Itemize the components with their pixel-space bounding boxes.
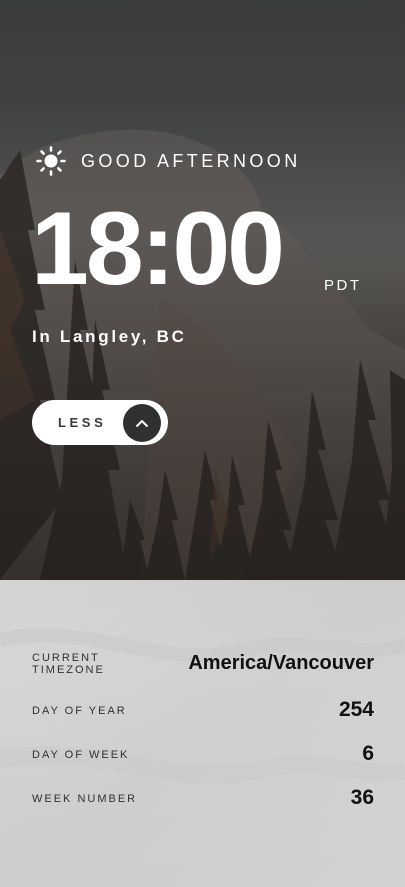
detail-row-day-of-year: DAY OF YEAR 254 <box>32 698 374 724</box>
detail-label-line: TIMEZONE <box>32 664 105 676</box>
detail-row-day-of-week: DAY OF WEEK 6 <box>32 742 374 768</box>
sun-icon <box>36 146 66 176</box>
detail-value-timezone: America/Vancouver <box>188 652 374 674</box>
detail-value-week-number: 36 <box>350 786 374 809</box>
greeting: GOOD AFTERNOON <box>36 146 301 176</box>
detail-label-week-number: WEEK NUMBER <box>32 793 138 805</box>
detail-row-week-number: WEEK NUMBER 36 <box>32 786 374 812</box>
timezone-abbreviation: PDT <box>324 277 362 294</box>
panel-background-texture <box>0 580 405 887</box>
less-button-circle <box>123 404 161 442</box>
detail-label-day-of-week: DAY OF WEEK <box>32 749 130 761</box>
detail-label-timezone: CURRENT TIMEZONE <box>32 652 105 676</box>
detail-value-day-of-year: 254 <box>338 698 374 721</box>
detail-row-timezone: CURRENT TIMEZONE America/Vancouver <box>32 652 374 680</box>
current-time: 18:00 <box>31 191 285 307</box>
detail-label-line: CURRENT <box>32 652 100 664</box>
location-text: In Langley, BC <box>32 327 187 346</box>
detail-value-day-of-week: 6 <box>362 742 374 765</box>
less-button[interactable]: LESS <box>32 400 168 445</box>
detail-label-day-of-year: DAY OF YEAR <box>32 705 127 717</box>
chevron-up-icon <box>135 419 149 427</box>
less-button-label: LESS <box>58 415 107 430</box>
details-panel: CURRENT TIMEZONE America/Vancouver DAY O… <box>0 580 405 887</box>
greeting-text: GOOD AFTERNOON <box>81 150 301 171</box>
